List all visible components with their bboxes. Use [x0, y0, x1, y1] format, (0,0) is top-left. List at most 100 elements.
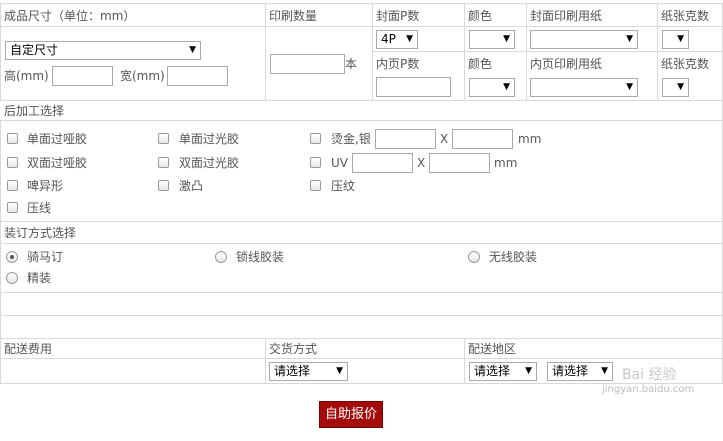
- delivery-method-value: 请选择: [274, 364, 311, 378]
- post-option-label: UV: [331, 156, 348, 170]
- post-option-label: 压纹: [331, 179, 356, 193]
- header-divider: [0, 26, 723, 27]
- post-option-label: 啤异形: [27, 179, 64, 193]
- post-option-label: 烫金,银: [331, 132, 371, 146]
- cover-paper-select[interactable]: ▼: [530, 30, 638, 49]
- cover-inner-divider: [372, 51, 723, 52]
- radio-saddle-stitch[interactable]: [6, 251, 18, 263]
- city-value: 请选择: [552, 364, 589, 378]
- row-divider: [0, 120, 723, 121]
- row-divider: [0, 358, 723, 359]
- checkbox[interactable]: [310, 157, 321, 168]
- chevron-down-icon: ▼: [525, 366, 532, 376]
- quote-button[interactable]: 自助报价: [319, 401, 383, 428]
- col-divider: [265, 338, 266, 384]
- chevron-down-icon: ▼: [336, 366, 343, 376]
- height-label: 高(mm): [4, 69, 49, 83]
- height-input[interactable]: [52, 66, 113, 86]
- binding-option-label: 无线胶装: [489, 250, 538, 264]
- radio-sewn-binding[interactable]: [215, 251, 227, 263]
- cover-pages-value: 4P: [381, 32, 396, 46]
- checkbox[interactable]: [7, 157, 18, 168]
- baidu-watermark-url: jingyan.baidu.com: [602, 384, 695, 395]
- post-option-label: 激凸: [179, 179, 204, 193]
- foil-height-input[interactable]: [452, 129, 513, 149]
- product-size-header: 成品尺寸（单位：mm）: [4, 9, 136, 23]
- width-label: 宽(mm): [120, 69, 165, 83]
- checkbox[interactable]: [310, 133, 321, 144]
- province-value: 请选择: [474, 364, 511, 378]
- size-select-value: 自定尺寸: [10, 43, 59, 57]
- chevron-down-icon: ▼: [626, 82, 633, 92]
- city-select[interactable]: 请选择 ▼: [547, 362, 613, 381]
- dimension-x: X: [417, 156, 426, 170]
- col-divider: [657, 3, 658, 101]
- dimension-x: X: [440, 132, 449, 146]
- cover-paper-header: 封面印刷用纸: [530, 9, 603, 23]
- row-divider: [0, 315, 723, 316]
- inner-weight-label: 纸张克数: [661, 57, 710, 71]
- row-divider: [0, 100, 723, 101]
- post-option-label: 双面过光胶: [179, 156, 240, 170]
- row-divider: [0, 292, 723, 293]
- binding-option-label: 精装: [27, 271, 52, 285]
- delivery-method-label: 交货方式: [269, 342, 318, 356]
- foil-width-input[interactable]: [375, 129, 436, 149]
- cover-color-header: 颜色: [468, 9, 493, 23]
- inner-weight-select[interactable]: ▼: [662, 78, 689, 97]
- row-divider: [0, 221, 723, 222]
- checkbox[interactable]: [158, 157, 169, 168]
- row-divider: [0, 243, 723, 244]
- cover-pages-select[interactable]: 4P ▼: [376, 30, 418, 49]
- chevron-down-icon: ▼: [503, 82, 510, 92]
- cover-color-select[interactable]: ▼: [469, 30, 515, 49]
- chevron-down-icon: ▼: [601, 366, 608, 376]
- post-processing-title: 后加工选择: [4, 104, 65, 118]
- chevron-down-icon: ▼: [189, 45, 196, 55]
- col-divider: [464, 3, 465, 101]
- unit-mm: mm: [518, 132, 542, 146]
- chevron-down-icon: ▼: [677, 34, 684, 44]
- col-divider: [0, 3, 1, 101]
- post-option-label: 压线: [27, 201, 52, 215]
- radio-perfect-binding[interactable]: [468, 251, 480, 263]
- chevron-down-icon: ▼: [677, 82, 684, 92]
- inner-pages-label: 内页P数: [376, 57, 420, 71]
- chevron-down-icon: ▼: [406, 34, 413, 44]
- baidu-watermark-logo: Bai 经验: [622, 367, 677, 383]
- size-select[interactable]: 自定尺寸 ▼: [5, 41, 201, 60]
- binding-title: 装订方式选择: [4, 226, 77, 240]
- width-input[interactable]: [167, 66, 228, 86]
- inner-color-label: 颜色: [468, 57, 493, 71]
- binding-option-label: 骑马订: [27, 250, 64, 264]
- checkbox[interactable]: [158, 133, 169, 144]
- checkbox[interactable]: [7, 133, 18, 144]
- checkbox[interactable]: [310, 180, 321, 191]
- uv-height-input[interactable]: [429, 153, 490, 173]
- table-border-top: [0, 3, 723, 4]
- cover-weight-select[interactable]: ▼: [662, 30, 689, 49]
- uv-width-input[interactable]: [352, 153, 413, 173]
- inner-color-select[interactable]: ▼: [469, 78, 515, 97]
- inner-paper-select[interactable]: ▼: [530, 78, 638, 97]
- qty-unit: 本: [345, 57, 358, 71]
- post-option-label: 单面过光胶: [179, 132, 240, 146]
- checkbox[interactable]: [158, 180, 169, 191]
- radio-hardcover[interactable]: [6, 272, 18, 284]
- post-option-label: 双面过哑胶: [27, 156, 88, 170]
- delivery-method-select[interactable]: 请选择 ▼: [269, 362, 348, 381]
- delivery-region-label: 配送地区: [468, 342, 517, 356]
- inner-pages-input[interactable]: [376, 77, 451, 97]
- checkbox[interactable]: [7, 202, 18, 213]
- col-divider: [464, 338, 465, 384]
- table-border-left: [0, 120, 1, 384]
- print-qty-input[interactable]: [270, 54, 345, 74]
- cover-pages-header: 封面P数: [376, 9, 420, 23]
- checkbox[interactable]: [7, 180, 18, 191]
- delivery-fee-label: 配送费用: [4, 342, 53, 356]
- row-divider: [0, 338, 723, 339]
- col-divider: [372, 3, 373, 101]
- cover-weight-header: 纸张克数: [661, 9, 710, 23]
- province-select[interactable]: 请选择 ▼: [469, 362, 537, 381]
- print-qty-header: 印刷数量: [269, 9, 318, 23]
